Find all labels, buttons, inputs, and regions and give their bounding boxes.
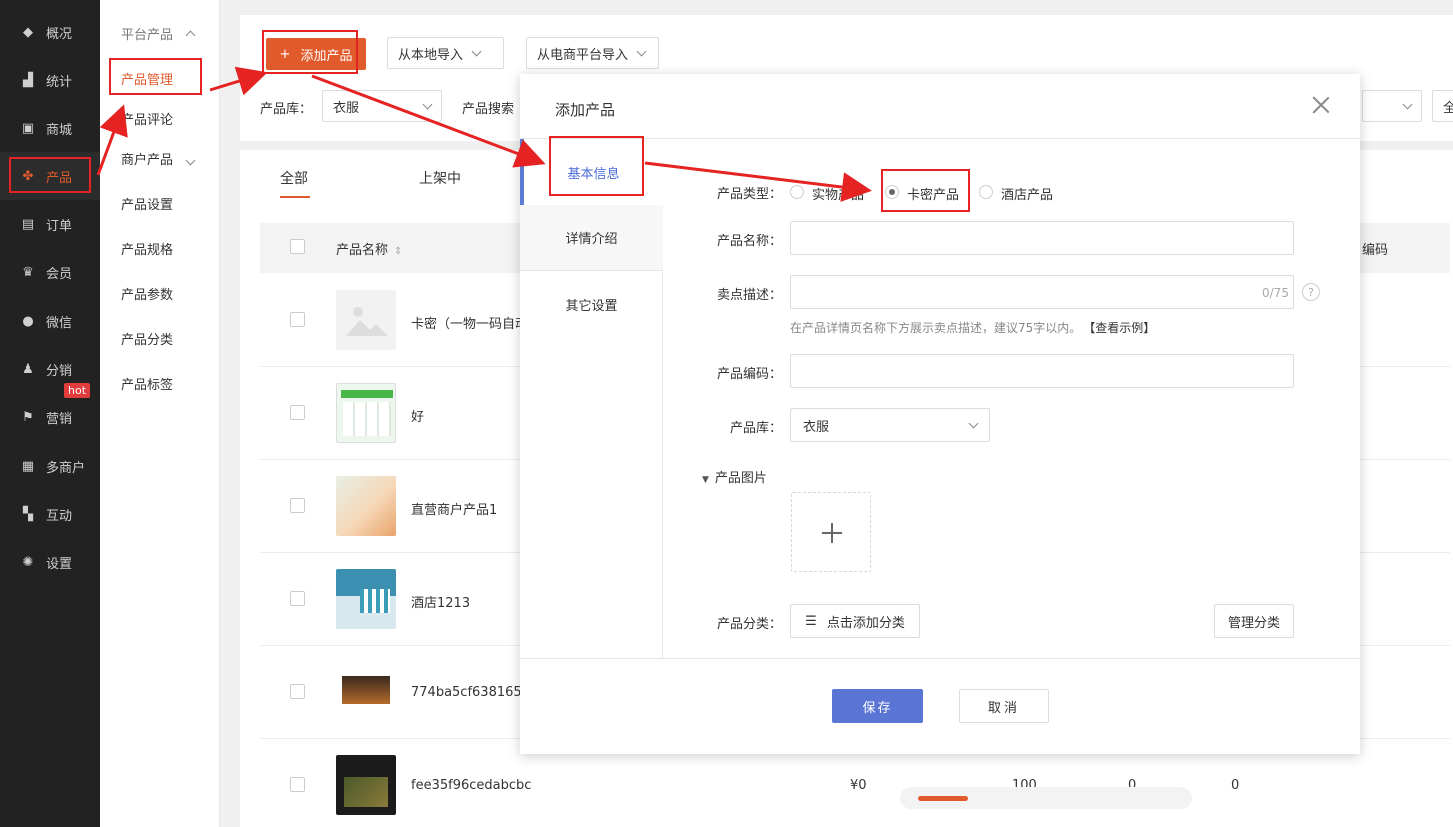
annotation-arrows	[96, 66, 872, 202]
annotation-arrow	[96, 104, 128, 176]
annotation-arrow	[644, 161, 872, 202]
annotation-arrow	[209, 66, 268, 96]
annotation-arrow	[311, 74, 546, 168]
